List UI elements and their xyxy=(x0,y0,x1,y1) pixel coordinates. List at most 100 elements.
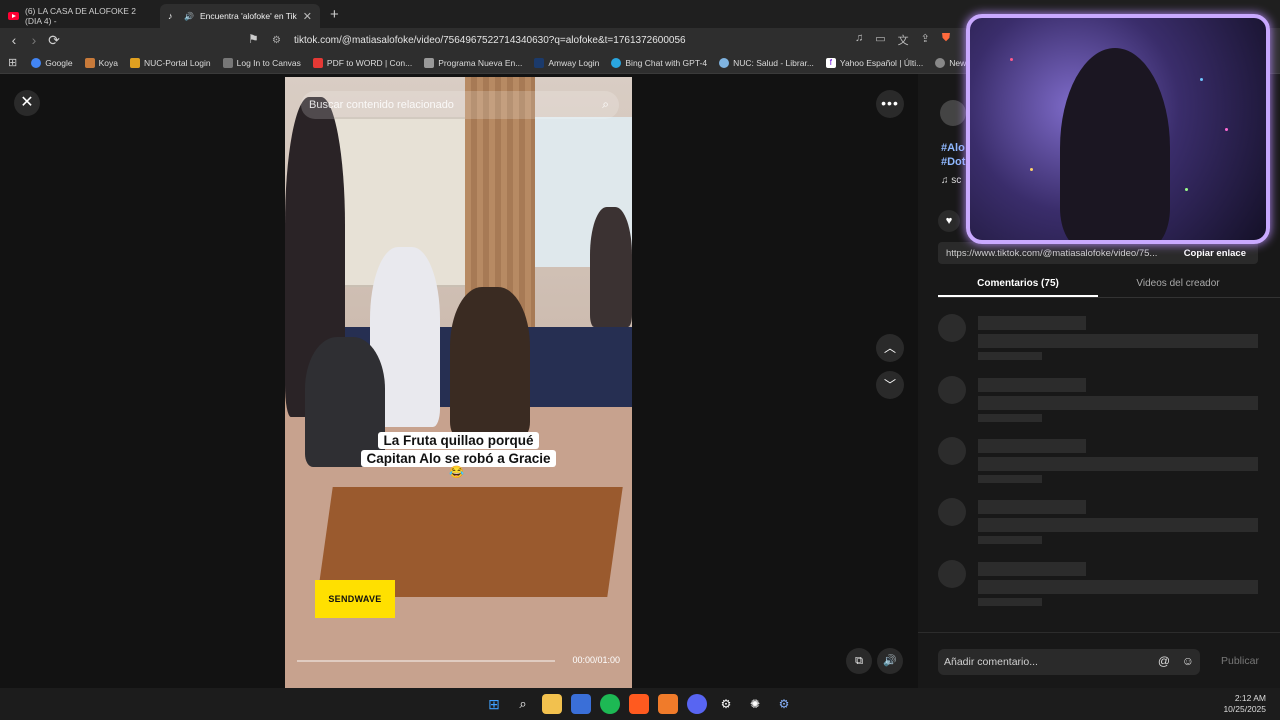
previous-video-icon[interactable]: ︿ xyxy=(876,334,904,362)
search-icon[interactable]: ⌕ xyxy=(513,694,533,714)
media-icon[interactable]: ♫ xyxy=(855,32,863,48)
store-icon[interactable] xyxy=(571,694,591,714)
comment-skeleton xyxy=(938,560,1268,610)
share-icon[interactable]: ⇪ xyxy=(921,32,930,48)
search-icon[interactable]: ⌕ xyxy=(602,97,609,112)
bookmark-canvas[interactable]: Log In to Canvas xyxy=(222,57,301,68)
search-placeholder: Buscar contenido relacionado xyxy=(309,99,454,111)
canvas-icon xyxy=(222,57,233,68)
bing-icon xyxy=(611,57,622,68)
video-progress-bar[interactable] xyxy=(297,660,555,662)
koya-icon xyxy=(84,57,95,68)
comment-skeleton xyxy=(938,376,1268,426)
clock-date: 10/25/2025 xyxy=(1223,704,1266,714)
windows-taskbar: ⊞ ⌕ ⚙ ✺ ⚙ 2:12 AM 10/25/2025 xyxy=(0,688,1280,720)
avatar[interactable] xyxy=(940,100,966,126)
clock-time: 2:12 AM xyxy=(1234,693,1266,703)
video-frame-person xyxy=(450,287,530,437)
amway-icon xyxy=(534,57,545,68)
emoji-icon[interactable]: ☺ xyxy=(1182,654,1194,668)
address-bar-actions: ♫ ▭ 文 ⇪ ⛊ xyxy=(855,32,950,48)
windows-start-icon[interactable]: ⊞ xyxy=(484,694,504,714)
spotify-icon[interactable] xyxy=(600,694,620,714)
light-dot xyxy=(1200,78,1203,81)
picture-in-picture-icon[interactable]: ⧉ xyxy=(846,648,872,674)
laughing-emoji: 😂 xyxy=(449,465,464,479)
tiktok-icon: ♪ xyxy=(168,11,173,21)
next-video-icon[interactable]: ﹀ xyxy=(876,371,904,399)
back-icon[interactable]: ‹ xyxy=(4,32,24,48)
site-info-icon[interactable]: ⚙ xyxy=(272,35,286,46)
sponsor-logo: SENDWAVE xyxy=(315,580,395,618)
brave-shield-icon[interactable]: ⛊ xyxy=(942,32,950,48)
publish-button[interactable]: Publicar xyxy=(1221,655,1259,667)
file-explorer-icon[interactable] xyxy=(542,694,562,714)
tab-title: (6) LA CASA DE ALOFOKE 2 (DIA 4) - xyxy=(25,6,137,26)
bookmark-google[interactable]: Google xyxy=(31,57,73,68)
volume-icon[interactable]: 🔊 xyxy=(877,648,903,674)
system-clock[interactable]: 2:12 AM 10/25/2025 xyxy=(1223,693,1266,715)
light-dot xyxy=(1185,188,1188,191)
chatgpt-icon[interactable]: ✺ xyxy=(745,694,765,714)
light-dot xyxy=(1030,168,1033,171)
comment-placeholder: Añadir comentario... xyxy=(944,656,1038,668)
webcam-overlay xyxy=(966,14,1270,244)
bookmark-nuc-salud[interactable]: NUC: Salud - Librar... xyxy=(719,57,814,68)
light-dot xyxy=(1225,128,1228,131)
cast-icon[interactable]: ▭ xyxy=(875,32,885,48)
music-note-icon: ♫ xyxy=(941,175,952,186)
settings-icon[interactable]: ⚙ xyxy=(774,694,794,714)
google-icon xyxy=(31,57,42,68)
webcam-person xyxy=(1060,48,1170,240)
video-frame-person xyxy=(590,207,632,327)
hashtag-link[interactable]: #Dot xyxy=(941,156,965,168)
bookmark-koya[interactable]: Koya xyxy=(84,57,118,68)
video-player[interactable]: Buscar contenido relacionado ⌕ La Fruta … xyxy=(285,77,632,688)
yahoo-icon: f xyxy=(825,57,836,68)
globe-icon xyxy=(935,57,946,68)
bookmark-bing-chat[interactable]: Bing Chat with GPT-4 xyxy=(611,57,707,68)
reload-icon[interactable]: ⟳ xyxy=(44,32,64,49)
document-icon xyxy=(424,57,435,68)
tab-comments[interactable]: Comentarios (75) xyxy=(938,274,1098,297)
taskbar-apps: ⊞ ⌕ ⚙ ✺ ⚙ xyxy=(484,694,794,714)
more-options-icon[interactable]: ••• xyxy=(876,90,904,118)
translate-icon[interactable]: 文 xyxy=(898,32,909,48)
heart-icon[interactable]: ♥ xyxy=(938,210,960,232)
video-caption-line-1: La Fruta quillao porqué xyxy=(285,432,632,450)
copy-link-button[interactable]: Copiar enlace xyxy=(1184,248,1246,259)
tab-tiktok[interactable]: ♪ 🔊 Encuentra 'alofoke' en TikTok ✕ xyxy=(160,4,320,28)
close-tab-icon[interactable]: ✕ xyxy=(303,10,312,23)
comment-skeleton xyxy=(938,498,1268,548)
tab-creator-videos[interactable]: Videos del creador xyxy=(1098,274,1258,297)
comment-composer: Añadir comentario... @ ☺ Publicar xyxy=(918,632,1280,688)
share-link-text: https://www.tiktok.com/@matiasalofoke/vi… xyxy=(946,247,1158,259)
youtube-icon xyxy=(8,12,19,20)
close-icon[interactable]: ✕ xyxy=(14,90,40,116)
brave-icon[interactable] xyxy=(629,694,649,714)
bookmark-nuc-portal[interactable]: NUC-Portal Login xyxy=(130,57,211,68)
comment-input[interactable]: Añadir comentario... @ ☺ xyxy=(938,649,1200,675)
bookmark-icon[interactable]: ⚑ xyxy=(248,32,259,46)
light-dot xyxy=(1010,58,1013,61)
bookmark-programa[interactable]: Programa Nueva En... xyxy=(424,57,522,68)
music-info[interactable]: ♫ sc xyxy=(941,175,961,186)
steam-icon[interactable]: ⚙ xyxy=(716,694,736,714)
hashtag-link[interactable]: #Alo xyxy=(941,142,965,154)
mention-icon[interactable]: @ xyxy=(1158,654,1170,668)
comment-skeleton xyxy=(938,314,1268,364)
new-tab-button[interactable]: + xyxy=(330,6,339,23)
tab-title: Encuentra 'alofoke' en TikTok xyxy=(199,11,297,21)
video-timer: 00:00/01:00 xyxy=(572,655,620,665)
discord-icon[interactable] xyxy=(687,694,707,714)
forward-icon[interactable]: › xyxy=(24,32,44,48)
bookmark-yahoo[interactable]: f Yahoo Español | Últi... xyxy=(825,57,923,68)
bookmark-amway[interactable]: Amway Login xyxy=(534,57,599,68)
app-icon[interactable] xyxy=(658,694,678,714)
share-link-box: https://www.tiktok.com/@matiasalofoke/vi… xyxy=(938,242,1258,264)
tab-youtube[interactable]: (6) LA CASA DE ALOFOKE 2 (DIA 4) - xyxy=(0,4,160,28)
bookmark-pdf-to-word[interactable]: PDF to WORD | Con... xyxy=(312,57,412,68)
apps-icon[interactable]: ⊞ xyxy=(8,56,17,69)
related-search-input[interactable]: Buscar contenido relacionado ⌕ xyxy=(301,91,619,119)
speaker-icon: 🔊 xyxy=(184,11,194,21)
